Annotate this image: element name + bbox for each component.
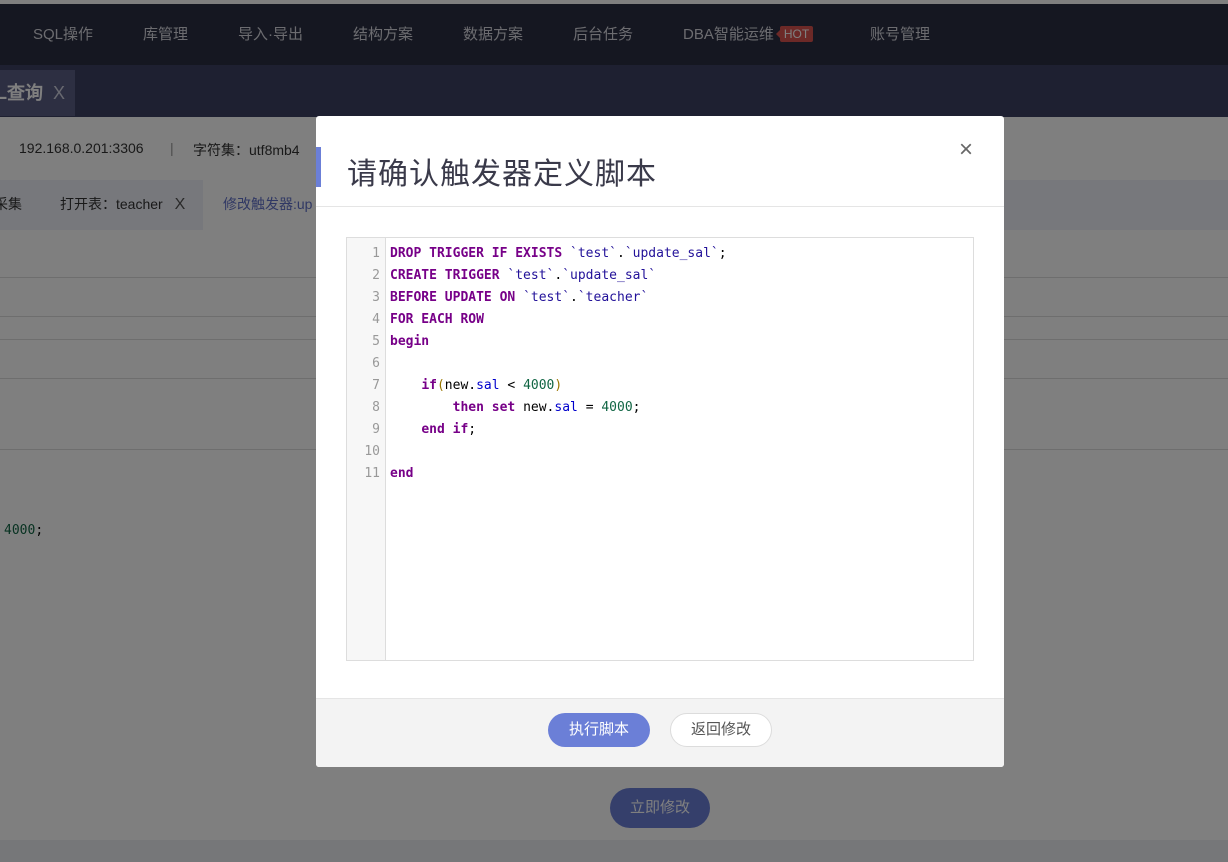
line-number: 3 <box>372 290 380 305</box>
line-number: 4 <box>372 312 380 327</box>
confirm-trigger-dialog: 请确认触发器定义脚本 × 1 2 3 4 5 6 7 8 9 10 11 DRO… <box>316 116 1004 767</box>
code-line: FOR EACH ROW <box>390 312 484 327</box>
line-number: 10 <box>364 444 380 459</box>
dialog-footer: 执行脚本 返回修改 <box>316 698 1004 767</box>
code-line: DROP TRIGGER IF EXISTS `test`.`update_sa… <box>390 246 727 261</box>
dialog-title: 请确认触发器定义脚本 <box>347 158 657 191</box>
code-line: then set new.sal = 4000; <box>452 400 641 415</box>
code-line: if(new.sal < 4000) <box>421 378 563 393</box>
dialog-header: 请确认触发器定义脚本 × <box>316 116 1004 207</box>
line-number-gutter: 1 2 3 4 5 6 7 8 9 10 11 <box>347 238 386 660</box>
code-line: BEFORE UPDATE ON `test`.`teacher` <box>390 290 649 305</box>
line-number: 5 <box>372 334 380 349</box>
line-number: 8 <box>372 400 380 415</box>
line-number: 11 <box>364 466 380 481</box>
close-icon[interactable]: × <box>959 137 973 163</box>
line-number: 7 <box>372 378 380 393</box>
title-accent-bar <box>316 147 321 187</box>
code-line: end <box>390 466 414 481</box>
back-to-edit-button[interactable]: 返回修改 <box>670 713 772 747</box>
code-line: begin <box>390 334 430 349</box>
line-number: 6 <box>372 356 380 371</box>
line-number: 9 <box>372 422 380 437</box>
line-number: 1 <box>372 246 380 261</box>
line-number: 2 <box>372 268 380 283</box>
execute-script-button[interactable]: 执行脚本 <box>548 713 650 747</box>
code-line: CREATE TRIGGER `test`.`update_sal` <box>390 268 657 283</box>
script-editor[interactable]: 1 2 3 4 5 6 7 8 9 10 11 DROP TRIGGER IF … <box>346 237 974 661</box>
code-line: end if; <box>421 422 477 437</box>
